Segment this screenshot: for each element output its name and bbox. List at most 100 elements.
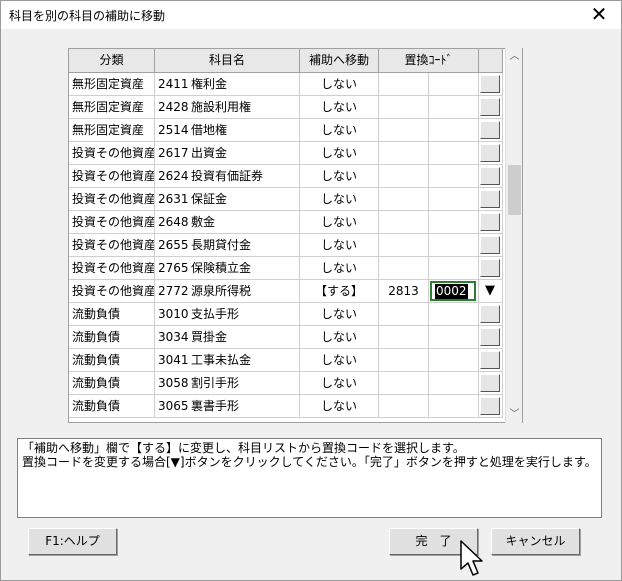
table-row[interactable]: 投資その他資産 2772 源泉所得税 【する】 2813 0002 ▼ — [69, 280, 503, 303]
cell-replace-sub-code[interactable] — [429, 96, 479, 119]
cell-replace-code[interactable] — [379, 119, 429, 142]
cell-replace-code[interactable] — [379, 303, 429, 326]
cell-replace-sub-code[interactable] — [429, 303, 479, 326]
cell-replace-sub-code[interactable] — [429, 372, 479, 395]
dropdown-arrow-icon[interactable]: ▼ — [480, 282, 500, 300]
row-select-button[interactable] — [480, 397, 500, 415]
cell-replace-code[interactable] — [379, 234, 429, 257]
cell-move-toggle[interactable]: しない — [300, 73, 379, 96]
row-select-button[interactable] — [480, 75, 500, 93]
header-move-to-sub[interactable]: 補助へ移動 — [300, 49, 379, 73]
cell-account-code: 3065 — [155, 395, 189, 418]
table-row[interactable]: 投資その他資産 2624 投資有価証券 しない — [69, 165, 503, 188]
cell-replace-sub-code[interactable] — [429, 188, 479, 211]
cell-replace-sub-code[interactable] — [429, 326, 479, 349]
cell-replace-sub-code[interactable]: 0002 — [429, 280, 479, 303]
cell-move-toggle[interactable]: しない — [300, 211, 379, 234]
vertical-scrollbar[interactable]: ︿ ﹀ — [505, 48, 522, 423]
table-row[interactable]: 投資その他資産 2648 敷金 しない — [69, 211, 503, 234]
cell-replace-code[interactable]: 2813 — [379, 280, 429, 303]
cell-account-code: 2648 — [155, 211, 189, 234]
cell-move-toggle[interactable]: しない — [300, 257, 379, 280]
row-select-button[interactable] — [480, 167, 500, 185]
cell-move-toggle[interactable]: しない — [300, 142, 379, 165]
header-category[interactable]: 分類 — [69, 49, 155, 73]
cell-move-toggle[interactable]: しない — [300, 349, 379, 372]
table-row[interactable]: 投資その他資産 2617 出資金 しない — [69, 142, 503, 165]
table-row[interactable]: 流動負債 3041 工事未払金 しない — [69, 349, 503, 372]
scroll-thumb[interactable] — [508, 165, 521, 215]
cell-replace-sub-code[interactable] — [429, 234, 479, 257]
row-select-button[interactable] — [480, 374, 500, 392]
table-row[interactable]: 投資その他資産 2655 長期貸付金 しない — [69, 234, 503, 257]
cell-replace-code[interactable] — [379, 211, 429, 234]
cell-category: 流動負債 — [69, 395, 155, 418]
table-row[interactable]: 流動負債 3034 買掛金 しない — [69, 326, 503, 349]
cell-replace-sub-code[interactable] — [429, 211, 479, 234]
header-replace-code[interactable]: 置換ｺｰﾄﾞ — [379, 49, 479, 73]
row-select-button[interactable] — [480, 351, 500, 369]
row-select-button[interactable] — [480, 259, 500, 277]
cell-replace-code[interactable] — [379, 257, 429, 280]
table-row[interactable]: 無形固定資産 2514 借地権 しない — [69, 119, 503, 142]
cell-move-toggle[interactable]: しない — [300, 119, 379, 142]
cell-account-name: 割引手形 — [189, 372, 300, 395]
scroll-down-icon[interactable]: ﹀ — [506, 406, 523, 423]
cell-replace-sub-code[interactable] — [429, 119, 479, 142]
cell-move-toggle[interactable]: しない — [300, 395, 379, 418]
cell-row-button — [479, 326, 503, 349]
cell-replace-code[interactable] — [379, 349, 429, 372]
cell-replace-code[interactable] — [379, 165, 429, 188]
row-select-button[interactable] — [480, 305, 500, 323]
table-row[interactable]: 無形固定資産 2428 施設利用権 しない — [69, 96, 503, 119]
replace-code-input[interactable]: 0002 — [430, 281, 476, 301]
table-row[interactable]: 流動負債 3058 割引手形 しない — [69, 372, 503, 395]
cell-move-toggle[interactable]: しない — [300, 234, 379, 257]
cell-category: 投資その他資産 — [69, 280, 155, 303]
cell-move-toggle[interactable]: しない — [300, 303, 379, 326]
cell-move-toggle[interactable]: しない — [300, 188, 379, 211]
cell-account-name: 工事未払金 — [189, 349, 300, 372]
header-account-name[interactable]: 科目名 — [155, 49, 300, 73]
cell-move-toggle[interactable]: しない — [300, 96, 379, 119]
row-select-button[interactable] — [480, 213, 500, 231]
cell-move-toggle[interactable]: しない — [300, 326, 379, 349]
cell-replace-sub-code[interactable] — [429, 349, 479, 372]
cell-category: 投資その他資産 — [69, 234, 155, 257]
row-select-button[interactable] — [480, 328, 500, 346]
cell-replace-sub-code[interactable] — [429, 142, 479, 165]
row-select-button[interactable] — [480, 236, 500, 254]
cell-replace-sub-code[interactable] — [429, 165, 479, 188]
cell-row-button — [479, 395, 503, 418]
cancel-button[interactable]: キャンセル — [491, 528, 580, 555]
cell-replace-code[interactable] — [379, 188, 429, 211]
row-select-button[interactable] — [480, 121, 500, 139]
table-row[interactable]: 流動負債 3065 裏書手形 しない — [69, 395, 503, 418]
cell-move-toggle[interactable]: しない — [300, 372, 379, 395]
cell-account-name: 源泉所得税 — [189, 280, 300, 303]
table-row[interactable]: 投資その他資産 2765 保険積立金 しない — [69, 257, 503, 280]
cell-replace-code[interactable] — [379, 372, 429, 395]
mouse-pointer-icon — [460, 540, 483, 576]
row-select-button[interactable] — [480, 98, 500, 116]
close-button[interactable]: ✕ — [577, 1, 621, 29]
cell-replace-code[interactable] — [379, 326, 429, 349]
cell-replace-sub-code[interactable] — [429, 73, 479, 96]
row-select-button[interactable] — [480, 144, 500, 162]
cell-replace-code[interactable] — [379, 73, 429, 96]
table-row[interactable]: 無形固定資産 2411 権利金 しない — [69, 73, 503, 96]
cell-account-code: 2655 — [155, 234, 189, 257]
cell-replace-code[interactable] — [379, 142, 429, 165]
cell-account-code: 2624 — [155, 165, 189, 188]
table-row[interactable]: 流動負債 3010 支払手形 しない — [69, 303, 503, 326]
cell-replace-sub-code[interactable] — [429, 395, 479, 418]
cell-move-toggle[interactable]: しない — [300, 165, 379, 188]
row-select-button[interactable] — [480, 190, 500, 208]
cell-replace-sub-code[interactable] — [429, 257, 479, 280]
help-button[interactable]: F1:ヘルプ — [28, 528, 117, 555]
table-row[interactable]: 投資その他資産 2631 保証金 しない — [69, 188, 503, 211]
cell-replace-code[interactable] — [379, 395, 429, 418]
scroll-up-icon[interactable]: ︿ — [506, 48, 523, 65]
cell-replace-code[interactable] — [379, 96, 429, 119]
cell-move-toggle[interactable]: 【する】 — [300, 280, 379, 303]
